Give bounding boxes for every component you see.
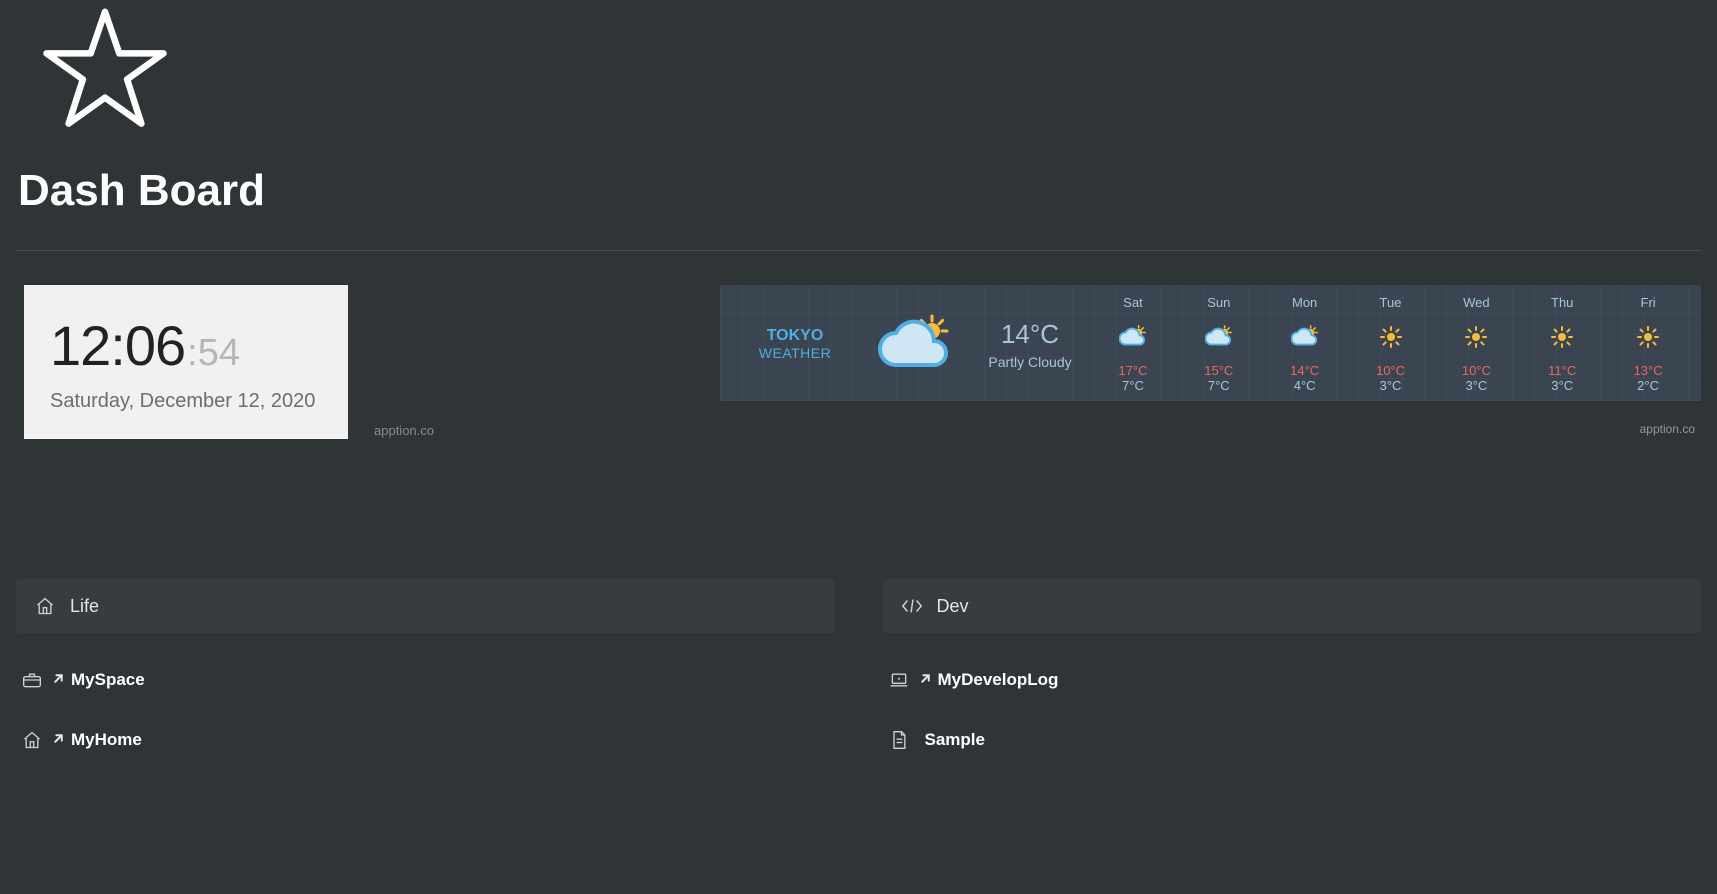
clock-seconds: :54 — [187, 332, 240, 375]
forecast-day-name: Thu — [1551, 295, 1573, 310]
nav-item-myspace[interactable]: MySpace — [22, 663, 835, 697]
code-icon — [901, 596, 923, 616]
forecast-high: 10°C — [1376, 363, 1405, 378]
external-link-icon — [52, 732, 65, 749]
weather-forecast: Sat 17°C7°CSun 15°C7°CMon 14°C4°CTue 10°… — [1090, 293, 1691, 395]
forecast-day: Sat 17°C7°C — [1090, 293, 1176, 395]
weather-current-icon — [860, 293, 970, 395]
forecast-day-name: Tue — [1380, 295, 1402, 310]
dev-items: MyDevelopLog Sample — [883, 633, 1702, 757]
forecast-low: 2°C — [1634, 378, 1663, 393]
clock-widget: 12:06 :54 Saturday, December 12, 2020 — [24, 285, 348, 439]
page-title: Dash Board — [16, 134, 1701, 250]
clock-hhmm: 12:06 — [50, 313, 185, 378]
weather-current-temp: 14°C — [1001, 319, 1059, 350]
forecast-low: 7°C — [1204, 378, 1233, 393]
forecast-low: 7°C — [1118, 378, 1147, 393]
partly-cloudy-icon — [1291, 324, 1319, 350]
external-link-icon — [52, 672, 65, 689]
nav-item-label: MyHome — [71, 730, 142, 750]
forecast-day-name: Sat — [1123, 295, 1143, 310]
external-link-icon — [919, 672, 932, 689]
nav-item-mydeveloplog[interactable]: MyDevelopLog — [889, 663, 1702, 697]
forecast-day-name: Mon — [1292, 295, 1317, 310]
section-title-dev: Dev — [937, 596, 969, 617]
sunny-icon — [1464, 324, 1488, 350]
weather-current-desc: Partly Cloudy — [988, 354, 1071, 370]
forecast-high: 15°C — [1204, 363, 1233, 378]
section-title-life: Life — [70, 596, 99, 617]
sunny-icon — [1636, 324, 1660, 350]
clock-date: Saturday, December 12, 2020 — [50, 390, 322, 413]
forecast-day: Tue 10°C3°C — [1348, 293, 1434, 395]
weather-widget: TOKYO WEATHER — [720, 285, 1701, 401]
forecast-high: 10°C — [1462, 363, 1491, 378]
sunny-icon — [1379, 324, 1403, 350]
partly-cloudy-icon — [1205, 324, 1233, 350]
logo-star — [16, 0, 1701, 134]
workspace-icon — [22, 671, 42, 689]
laptop-icon — [889, 671, 909, 689]
forecast-high: 11°C — [1548, 363, 1576, 378]
forecast-low: 3°C — [1462, 378, 1491, 393]
forecast-high: 14°C — [1290, 363, 1319, 378]
weather-location: TOKYO — [767, 327, 824, 345]
nav-item-label: MyDevelopLog — [938, 670, 1059, 690]
forecast-high: 13°C — [1634, 363, 1663, 378]
clock-attribution: apption.co — [374, 423, 434, 438]
section-header-life[interactable]: Life — [16, 579, 835, 633]
section-header-dev[interactable]: Dev — [883, 579, 1702, 633]
page-icon — [889, 730, 909, 750]
forecast-day: Mon 14°C4°C — [1262, 293, 1348, 395]
nav-item-label: Sample — [925, 730, 985, 750]
forecast-low: 4°C — [1290, 378, 1319, 393]
nav-item-label: MySpace — [71, 670, 145, 690]
forecast-low: 3°C — [1548, 378, 1576, 393]
nav-item-sample[interactable]: Sample — [889, 723, 1702, 757]
forecast-day-name: Sun — [1207, 295, 1230, 310]
forecast-low: 3°C — [1376, 378, 1405, 393]
forecast-day: Sun 15°C7°C — [1176, 293, 1262, 395]
forecast-day: Fri 13°C2°C — [1605, 293, 1691, 395]
weather-attribution: apption.co — [1640, 422, 1695, 436]
forecast-day: Thu 11°C3°C — [1519, 293, 1605, 395]
home-icon — [22, 730, 42, 750]
forecast-day-name: Fri — [1641, 295, 1656, 310]
sunny-icon — [1550, 324, 1574, 350]
life-items: MySpace MyHome — [16, 633, 835, 757]
forecast-day-name: Wed — [1463, 295, 1490, 310]
forecast-high: 17°C — [1118, 363, 1147, 378]
divider — [16, 250, 1701, 251]
nav-item-myhome[interactable]: MyHome — [22, 723, 835, 757]
forecast-day: Wed 10°C3°C — [1433, 293, 1519, 395]
weather-location-sub: WEATHER — [759, 345, 831, 361]
home-icon — [34, 596, 56, 616]
partly-cloudy-icon — [1119, 324, 1147, 350]
